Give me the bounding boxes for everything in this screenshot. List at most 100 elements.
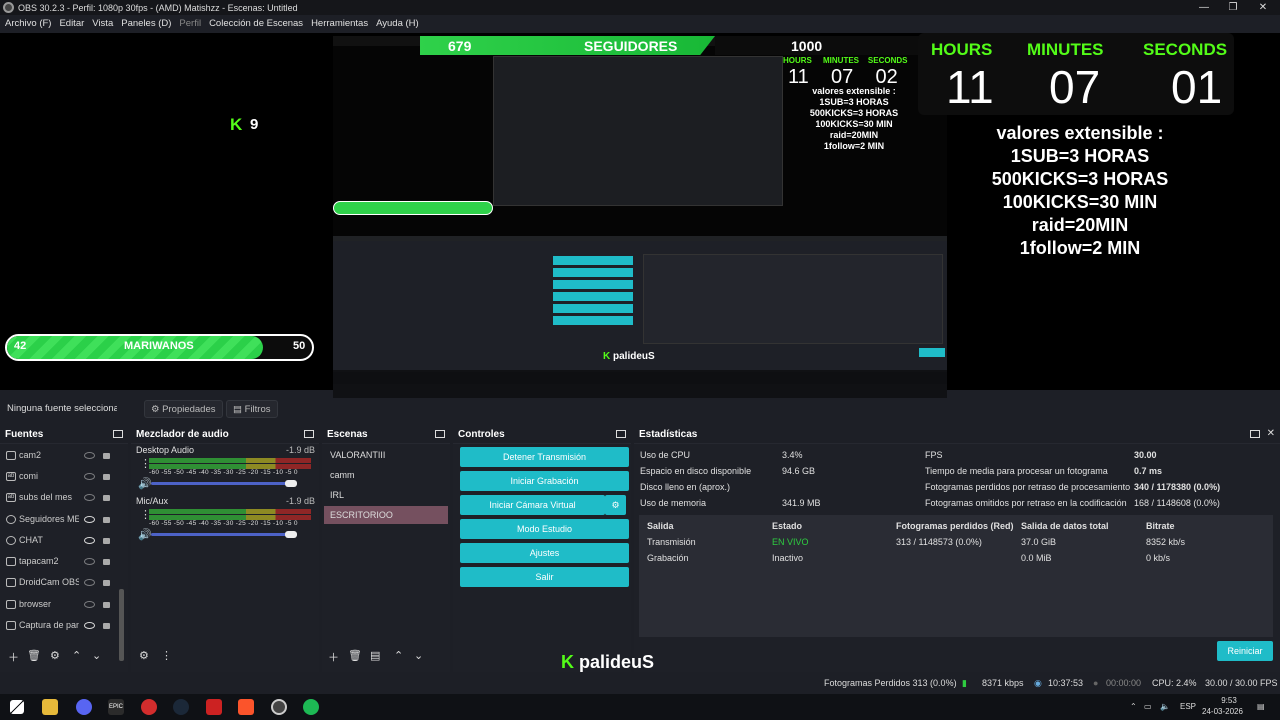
source-item[interactable]: browser — [6, 596, 116, 612]
minimize-icon[interactable]: — — [1190, 0, 1218, 15]
source-settings-icon[interactable]: ⚙ — [50, 649, 60, 662]
remove-scene-icon[interactable]: 🗑 — [348, 649, 362, 662]
menu-editar[interactable]: Editar — [59, 18, 84, 29]
windows-start-icon[interactable] — [10, 700, 24, 714]
lock-icon[interactable] — [103, 580, 110, 586]
source-item[interactable]: cam2 — [6, 447, 116, 463]
remove-source-icon[interactable]: 🗑 — [27, 649, 41, 662]
source-item[interactable]: ab subs del mes — [6, 489, 116, 505]
speaker-tray-icon[interactable]: 🔈 — [1160, 702, 1170, 711]
speaker-icon[interactable]: 🔊 — [138, 528, 152, 541]
virtual-camera-settings-icon[interactable]: ⚙ — [605, 495, 626, 515]
source-item[interactable]: ab comi — [6, 468, 116, 484]
undock-icon[interactable] — [435, 430, 445, 438]
visibility-hidden-icon[interactable] — [84, 494, 95, 501]
clock-date[interactable]: 24-03-2026 — [1202, 707, 1243, 716]
menu-coleccion[interactable]: Colección de Escenas — [209, 18, 303, 29]
steam-icon[interactable] — [173, 699, 189, 715]
volume-slider[interactable] — [151, 482, 297, 485]
visibility-hidden-icon[interactable] — [84, 452, 95, 459]
visibility-hidden-icon[interactable] — [84, 579, 95, 586]
add-source-icon[interactable]: ＋ — [8, 649, 19, 665]
move-down-icon[interactable]: ⌄ — [92, 649, 101, 662]
lock-icon[interactable] — [103, 453, 110, 459]
reset-button[interactable]: Reiniciar — [1217, 641, 1273, 661]
scene-item[interactable]: VALORANTIII — [324, 446, 448, 464]
discord-icon[interactable] — [76, 699, 92, 715]
clock-time[interactable]: 9:53 — [1214, 696, 1244, 705]
scene-item-selected[interactable]: ESCRITORIOO — [324, 506, 448, 524]
lock-icon[interactable] — [103, 495, 110, 501]
lock-icon[interactable] — [103, 602, 110, 608]
menu-archivo[interactable]: Archivo (F) — [5, 18, 51, 29]
properties-button[interactable]: ⚙ Propiedades — [144, 400, 223, 418]
undock-icon[interactable] — [113, 430, 123, 438]
move-up-icon[interactable]: ⌃ — [394, 649, 403, 662]
audio-settings-icon[interactable]: ⚙ — [139, 649, 149, 662]
speaker-icon[interactable]: 🔊 — [138, 477, 152, 490]
lock-icon[interactable] — [103, 559, 110, 565]
menu-paneles[interactable]: Paneles (D) — [121, 18, 171, 29]
add-scene-icon[interactable]: ＋ — [328, 649, 339, 665]
exit-button[interactable]: Salir — [460, 567, 629, 587]
source-item[interactable]: tapacam2 — [6, 553, 116, 569]
visibility-hidden-icon[interactable] — [84, 558, 95, 565]
spotify-icon[interactable] — [303, 699, 319, 715]
seconds-value: 01 — [1171, 61, 1223, 113]
settings-button[interactable]: Ajustes — [460, 543, 629, 563]
obs-icon[interactable] — [271, 699, 287, 715]
brand-name: palideuS — [579, 652, 655, 672]
undock-icon[interactable] — [616, 430, 626, 438]
lock-icon[interactable] — [103, 538, 110, 544]
visibility-icon[interactable] — [84, 516, 95, 523]
msi-icon[interactable] — [206, 699, 222, 715]
visibility-hidden-icon[interactable] — [84, 601, 95, 608]
move-down-icon[interactable]: ⌄ — [414, 649, 423, 662]
visibility-icon[interactable] — [84, 622, 95, 629]
visibility-icon[interactable] — [84, 537, 95, 544]
language[interactable]: ESP — [1180, 702, 1196, 711]
source-item[interactable]: Seguidores ME — [6, 511, 116, 527]
close-dock-icon[interactable]: ✕ — [1267, 428, 1275, 439]
studio-mode-button[interactable]: Modo Estudio — [460, 519, 629, 539]
scene-item[interactable]: camm — [324, 466, 448, 484]
source-item[interactable]: CHAT — [6, 532, 116, 548]
menu-herramientas[interactable]: Herramientas — [311, 18, 368, 29]
taskbar: EPIC ⌃ ▭ 🔈 ESP 9:53 24-03-2026 ▤ — [0, 694, 1280, 720]
undock-icon[interactable] — [1250, 430, 1260, 438]
volume-knob[interactable] — [285, 531, 297, 538]
brave-icon[interactable] — [238, 699, 254, 715]
undock-icon[interactable] — [304, 430, 314, 438]
audio-menu-icon[interactable]: ⋮ — [161, 649, 172, 662]
epic-games-icon[interactable]: EPIC — [108, 699, 124, 715]
start-recording-button[interactable]: Iniciar Grabación — [460, 471, 629, 491]
lock-icon[interactable] — [103, 474, 110, 480]
menu-vista[interactable]: Vista — [92, 18, 113, 29]
visibility-hidden-icon[interactable] — [84, 473, 95, 480]
stop-stream-button[interactable]: Detener Transmisión — [460, 447, 629, 467]
image-icon — [6, 556, 16, 566]
network-icon[interactable]: ▭ — [1144, 702, 1152, 711]
move-up-icon[interactable]: ⌃ — [72, 649, 81, 662]
menu-perfil[interactable]: Perfil — [179, 18, 201, 29]
source-item[interactable]: DroidCam OBS — [6, 574, 116, 590]
close-icon[interactable]: ✕ — [1249, 0, 1277, 15]
lock-icon[interactable] — [103, 623, 110, 629]
start-virtual-camera-button[interactable]: Iniciar Cámara Virtual — [460, 495, 605, 515]
riot-icon[interactable] — [141, 699, 157, 715]
table-cell: 8352 kb/s — [1146, 537, 1186, 547]
volume-slider[interactable] — [151, 533, 297, 536]
scene-item[interactable]: IRL — [324, 486, 448, 504]
filters-button[interactable]: ▤ Filtros — [226, 400, 278, 418]
maximize-icon[interactable]: ❐ — [1219, 0, 1247, 15]
file-explorer-icon[interactable] — [42, 699, 58, 715]
lock-icon[interactable] — [103, 517, 110, 523]
menu-ayuda[interactable]: Ayuda (H) — [376, 18, 419, 29]
tray-chevron-icon[interactable]: ⌃ — [1130, 702, 1137, 711]
volume-knob[interactable] — [285, 480, 297, 487]
sources-scrollbar[interactable] — [119, 589, 124, 661]
nested-ext-line-4: raid=20MIN — [829, 130, 879, 140]
scene-filters-icon[interactable]: ▤ — [370, 649, 380, 662]
source-item[interactable]: Captura de pan — [6, 617, 116, 633]
notifications-icon[interactable]: ▤ — [1257, 702, 1265, 711]
